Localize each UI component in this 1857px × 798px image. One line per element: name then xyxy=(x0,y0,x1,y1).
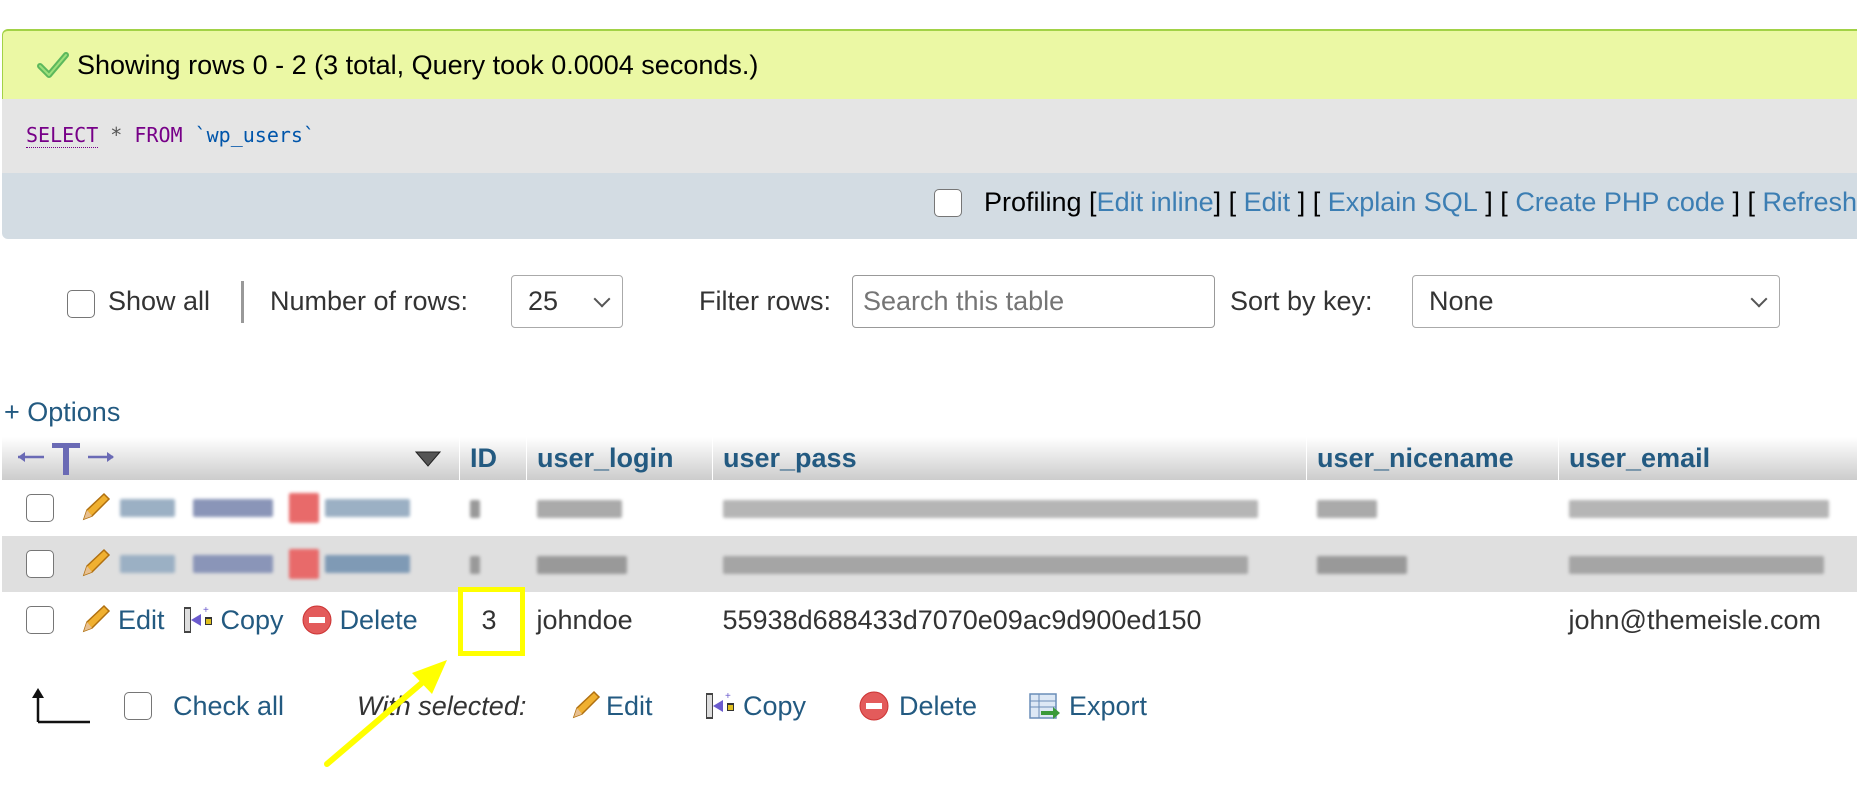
arrow-annotation xyxy=(324,660,447,767)
